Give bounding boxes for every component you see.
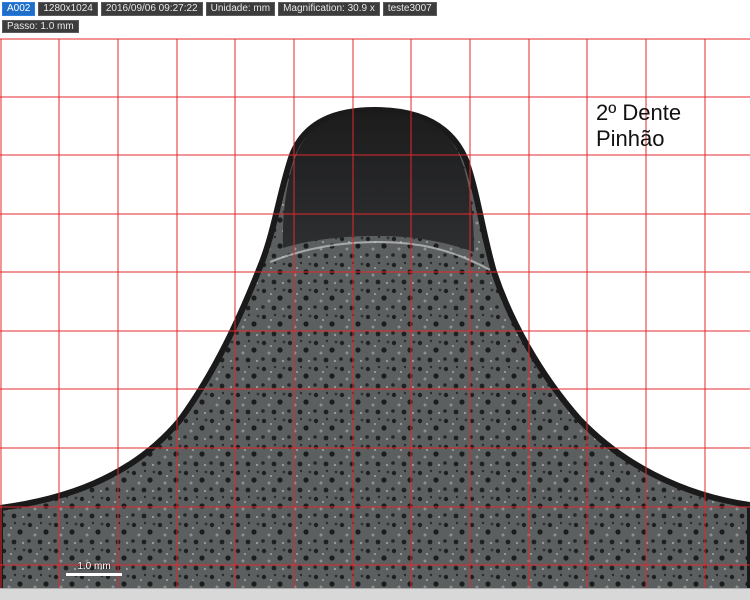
- scale-bar: 1.0 mm: [66, 561, 122, 576]
- sample-name-label: teste3007: [382, 2, 437, 16]
- microscope-image-viewer[interactable]: A002 1280x1024 2016/09/06 09:27:22 Unida…: [0, 0, 750, 600]
- magnification-label: Magnification: 30.9 x: [278, 2, 380, 16]
- annotation-line-1: 2º Dente: [596, 100, 682, 125]
- unit-label: Unidade: mm: [205, 2, 276, 16]
- resolution-label: 1280x1024: [38, 2, 98, 16]
- scale-bar-label: 1.0 mm: [77, 561, 111, 572]
- specimen-image: [0, 0, 750, 600]
- image-annotation[interactable]: 2º Dente Pinhão: [596, 100, 681, 152]
- grid-step-bar: Passo: 1.0 mm: [2, 16, 79, 34]
- viewer-bottom-strip: [0, 588, 750, 600]
- info-bar: A002 1280x1024 2016/09/06 09:27:22 Unida…: [2, 2, 437, 16]
- datetime-label: 2016/09/06 09:27:22: [100, 2, 203, 16]
- grid-step-label: Passo: 1.0 mm: [2, 20, 79, 33]
- scale-bar-line: [66, 573, 122, 576]
- image-id-badge: A002: [2, 2, 36, 16]
- annotation-line-2: Pinhão: [596, 126, 665, 151]
